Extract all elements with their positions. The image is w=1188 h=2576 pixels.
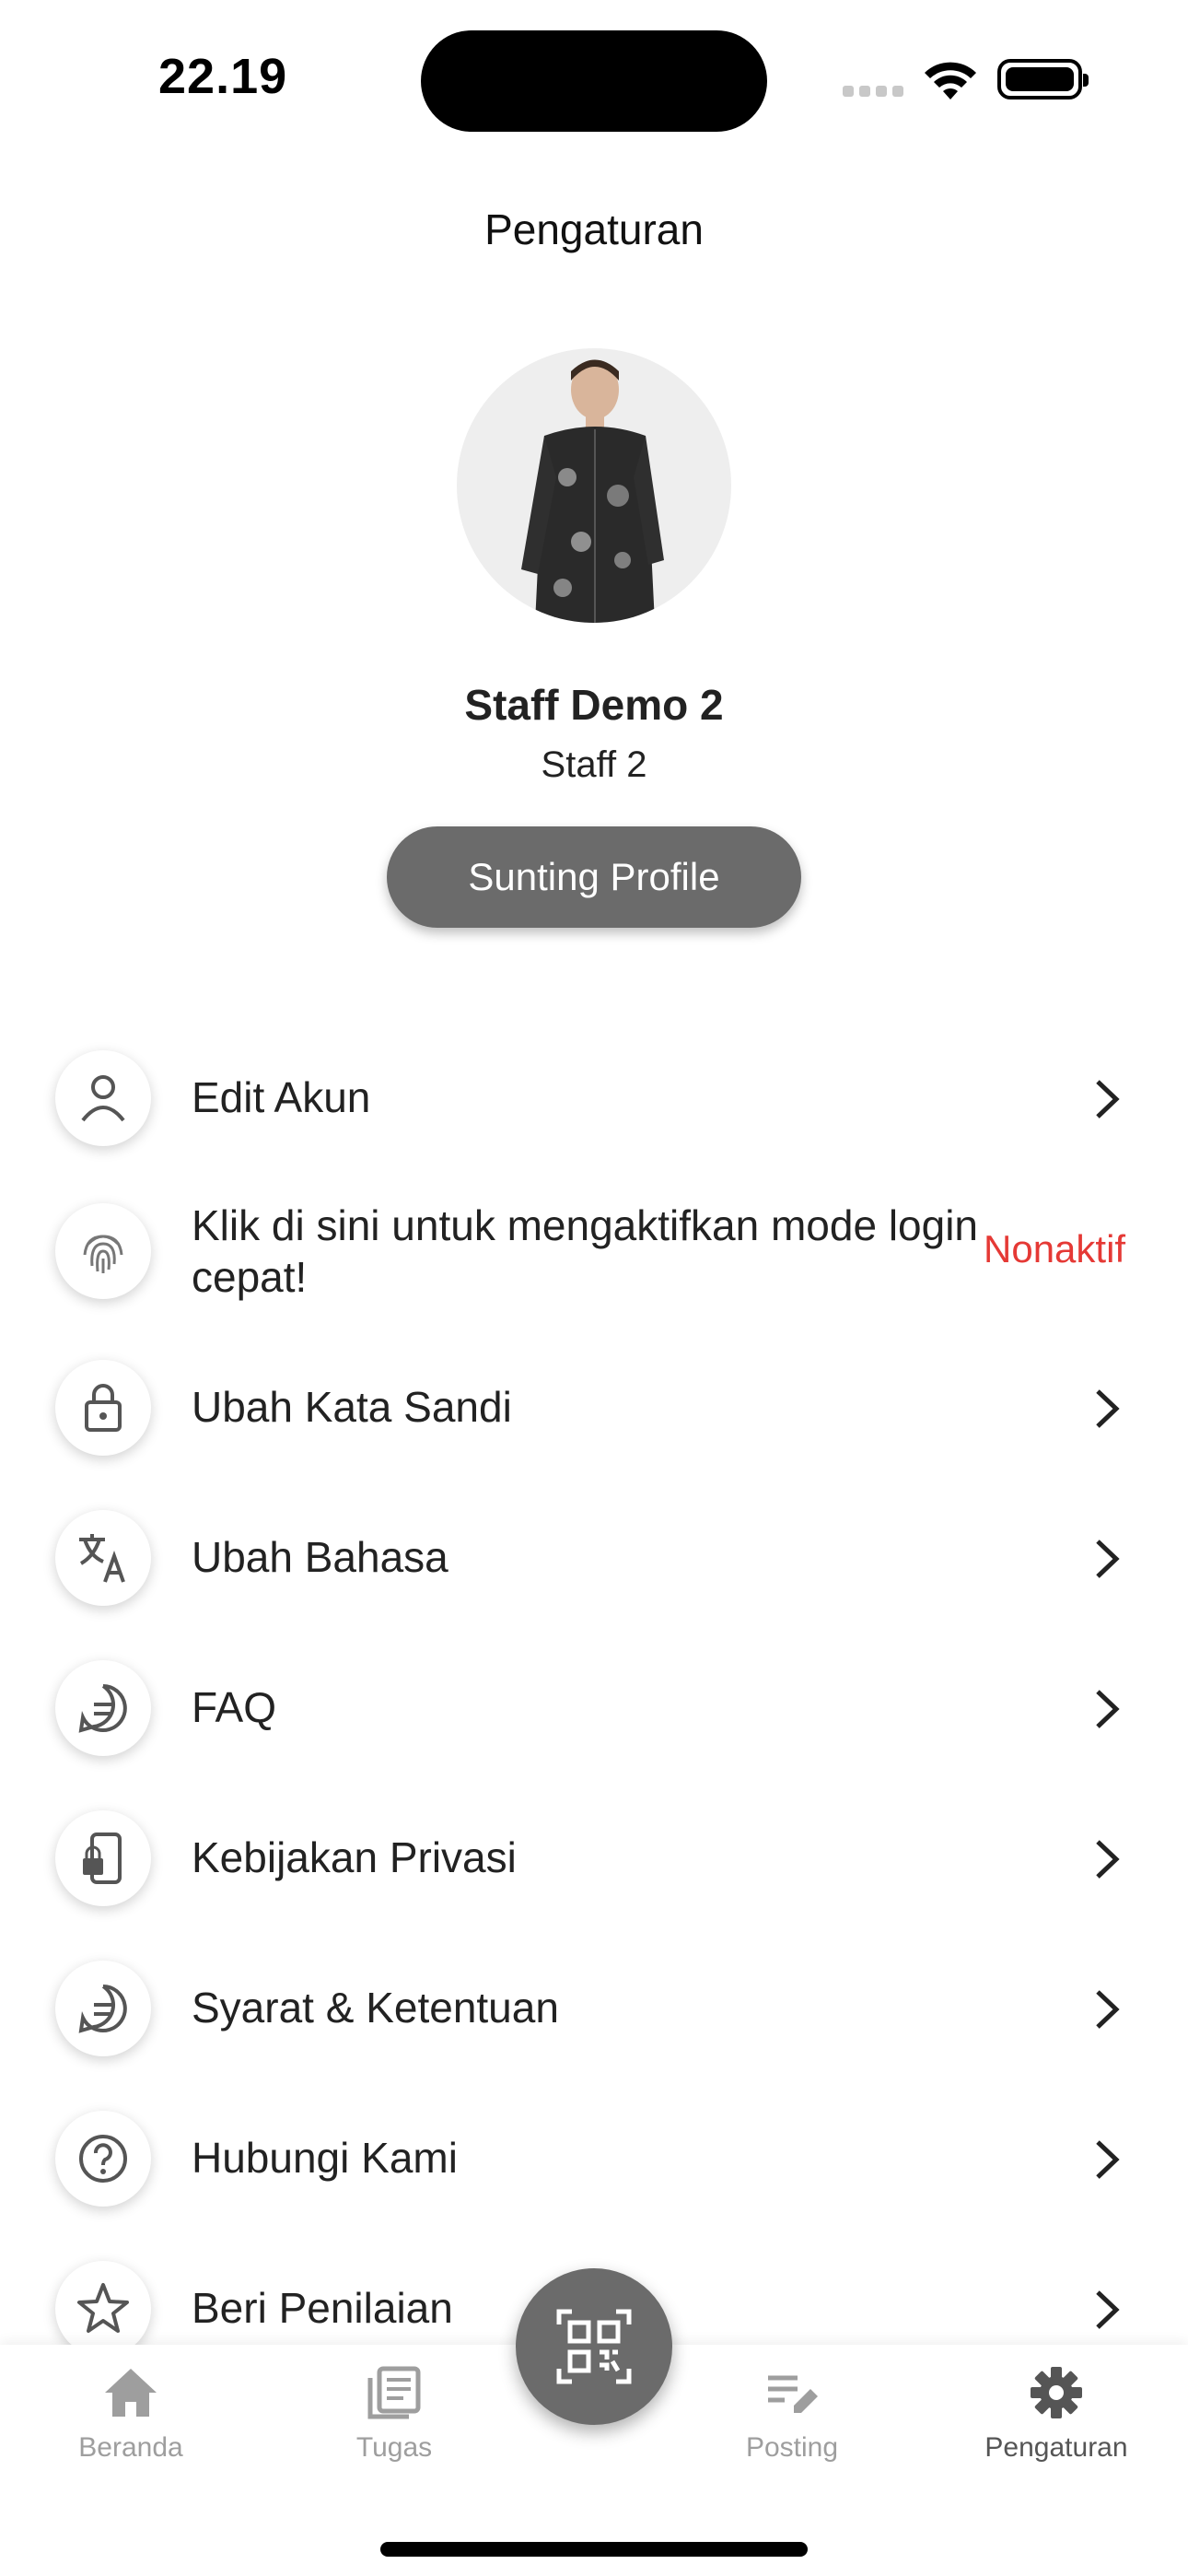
nav-item-home[interactable]: Beranda <box>39 2365 223 2464</box>
menu-label: Ubah Bahasa <box>192 1533 448 1581</box>
menu-item-change-password[interactable]: Ubah Kata Sandi <box>0 1356 1188 1494</box>
qr-code-icon <box>556 2309 632 2384</box>
edit-note-icon <box>768 2375 818 2413</box>
qr-scan-button[interactable] <box>516 2268 672 2425</box>
menu-label: Ubah Kata Sandi <box>192 1383 512 1431</box>
edit-profile-button[interactable]: Sunting Profile <box>387 826 801 928</box>
menu-label: Klik di sini untuk mengaktifkan mode log… <box>192 1201 979 1301</box>
chevron-right-icon <box>1096 2140 1120 2179</box>
nav-label: Tugas <box>355 2432 433 2463</box>
translate-icon <box>55 1510 151 1606</box>
chevron-right-icon <box>1096 1990 1120 2029</box>
menu-item-edit-account[interactable]: Edit Akun <box>0 1047 1188 1185</box>
cellular-signal-icon <box>843 85 909 101</box>
lock-icon <box>55 1360 151 1456</box>
menu-item-quick-login[interactable]: Klik di sini untuk mengaktifkan mode log… <box>0 1200 1188 1338</box>
menu-item-privacy-policy[interactable]: Kebijakan Privasi <box>0 1807 1188 1945</box>
news-icon <box>367 2366 421 2419</box>
chevron-right-icon <box>1096 1080 1120 1118</box>
menu-label: Beri Penilaian <box>192 2284 453 2332</box>
profile-name: Staff Demo 2 <box>464 681 724 729</box>
nav-item-tasks[interactable]: Tugas <box>302 2365 486 2464</box>
chevron-right-icon <box>1096 2290 1120 2329</box>
home-icon <box>105 2369 157 2417</box>
star-icon <box>55 2261 151 2357</box>
battery-icon <box>997 59 1089 100</box>
faq-icon <box>55 1660 151 1756</box>
menu-label: Kebijakan Privasi <box>192 1833 517 1881</box>
avatar-photo <box>521 359 664 623</box>
help-circle-icon <box>55 2111 151 2207</box>
wifi-icon <box>925 62 976 100</box>
chevron-right-icon <box>1096 1389 1120 1428</box>
home-indicator <box>380 2542 808 2557</box>
menu-item-contact-us[interactable]: Hubungi Kami <box>0 2107 1188 2245</box>
gear-icon <box>1031 2367 1082 2418</box>
nav-label: Posting <box>745 2432 839 2463</box>
menu-item-terms[interactable]: Syarat & Ketentuan <box>0 1957 1188 2095</box>
person-icon <box>55 1050 151 1146</box>
phone-lock-icon <box>55 1810 151 1906</box>
dynamic-island <box>421 30 767 132</box>
menu-label: FAQ <box>192 1683 277 1731</box>
menu-label: Hubungi Kami <box>192 2134 458 2182</box>
menu-label: Syarat & Ketentuan <box>192 1984 559 2032</box>
menu-item-faq[interactable]: FAQ <box>0 1657 1188 1795</box>
status-badge[interactable]: Nonaktif <box>984 1227 1125 1271</box>
page-title: Pengaturan <box>484 205 704 253</box>
terms-icon <box>55 1961 151 2056</box>
nav-label: Pengaturan <box>984 2432 1128 2463</box>
status-time: 22.19 <box>158 49 288 104</box>
chevron-right-icon <box>1096 1840 1120 1879</box>
chevron-right-icon <box>1096 1540 1120 1578</box>
avatar[interactable] <box>457 348 731 623</box>
nav-item-posting[interactable]: Posting <box>700 2365 884 2464</box>
menu-label: Edit Akun <box>192 1073 371 1121</box>
nav-item-settings[interactable]: Pengaturan <box>964 2365 1148 2464</box>
nav-label: Beranda <box>78 2432 183 2463</box>
status-bar: 22.19 <box>0 0 1188 157</box>
menu-item-change-language[interactable]: Ubah Bahasa <box>0 1506 1188 1645</box>
profile-role: Staff 2 <box>541 744 647 785</box>
chevron-right-icon <box>1096 1690 1120 1728</box>
fingerprint-icon <box>55 1203 151 1299</box>
